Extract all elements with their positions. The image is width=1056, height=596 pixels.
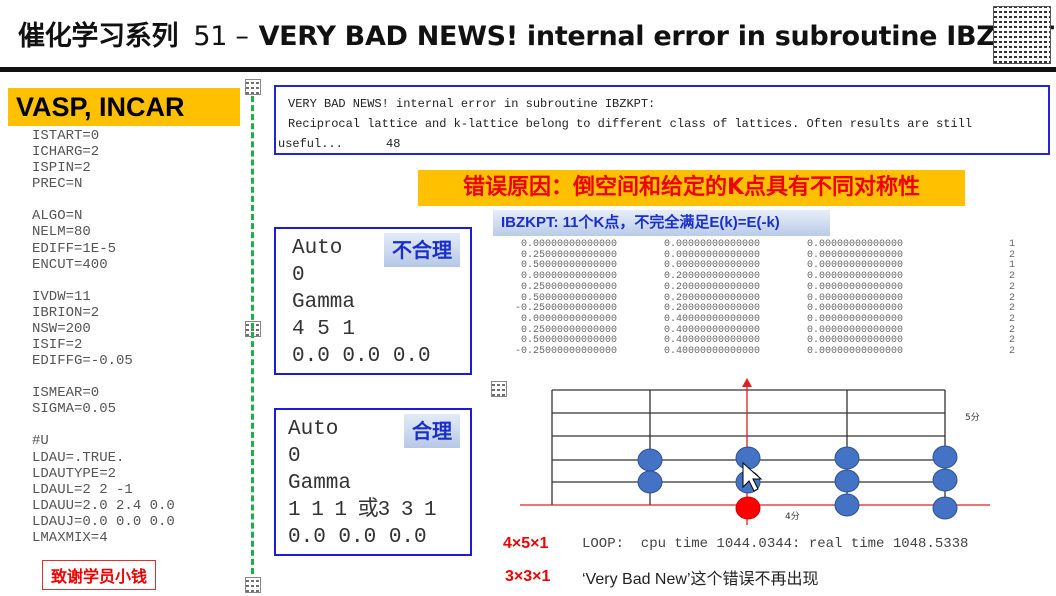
kpoints-line: 1 1 1 或3 3 1 [288, 499, 437, 522]
kpoints-good-box: 合理 Auto 0 Gamma 1 1 1 或3 3 1 0.0 0.0 0.0 [274, 408, 472, 556]
kpoints-line: 0.0 0.0 0.0 [288, 526, 427, 549]
kpoint-dot [932, 445, 958, 469]
incar-line [32, 369, 175, 385]
incar-line: ISMEAR=0 [32, 385, 100, 402]
incar-line: ISPIN=2 [32, 160, 91, 177]
loop-time: LOOP: cpu time 1044.0344: real time 1048… [582, 536, 969, 552]
incar-line: ISTART=0 [32, 128, 100, 144]
kpoint-coord: -0.25000000000000 [515, 346, 618, 358]
watermark-qr [245, 79, 261, 95]
result-note: ‘Very Bad New’这个错误不再出现 [582, 571, 819, 588]
kpoint-row: 0.25000000000000 0.20000000000000 0.000000… [515, 281, 1016, 294]
incar-line: ICHARG=2 [32, 144, 100, 161]
incar-line: LDAUTYPE=2 [32, 465, 117, 482]
incar-line: ALGO=N [32, 208, 83, 225]
slide-title: 催化学习系列 51 – VERY BAD NEWS! internal error… [18, 14, 1054, 53]
incar-line: PREC=N [32, 176, 83, 193]
series-name: 催化学习系列 [18, 21, 179, 52]
kpoint-table: 0.00000000000000 0.00000000000000 0.000000… [515, 239, 1016, 358]
kpoint-dot [637, 448, 663, 472]
ibzkpt-label: IBZKPT: 11个K点，不完全满足E(k)=E(-k) [493, 210, 830, 236]
label-4-divisions: 4分 [785, 511, 800, 522]
header-divider [0, 67, 1056, 72]
incar-line: IVDW=11 [32, 288, 91, 305]
incar-line: LDAUU=2.0 2.4 0.0 [32, 497, 175, 514]
kpoint-row: -0.25000000000000 0.40000000000000 0.00000… [515, 346, 1016, 358]
kpoint-dot [834, 493, 860, 517]
kpoint-weight: 2 [1009, 281, 1016, 293]
incar-line: NELM=80 [32, 224, 91, 241]
incar-line: ISIF=2 [32, 337, 83, 354]
kpoint-coord: 0.20000000000000 [664, 281, 761, 293]
error-line: Reciprocal lattice and k-lattice belong … [288, 117, 973, 131]
error-line: useful... 48 [278, 137, 401, 151]
kpoints-bad-box: 不合理 Auto 0 Gamma 4 5 1 0.0 0.0 0.0 [274, 227, 472, 375]
incar-line: LDAUL=2 2 -1 [32, 481, 133, 498]
kpoints-line: Gamma [288, 472, 352, 495]
thanks-note: 致谢学员小钱 [42, 560, 157, 590]
incar-line: #U [32, 433, 49, 450]
kpoint-coord: 0.00000000000000 [807, 281, 904, 293]
error-message-box: VERY BAD NEWS! internal error in subrout… [274, 85, 1050, 155]
watermark-qr [245, 577, 261, 593]
good-tag: 合理 [404, 414, 460, 448]
kpoints-line: Gamma [292, 291, 356, 314]
incar-line: LDAUJ=0.0 0.0 0.0 [32, 513, 175, 530]
gamma-point-dot [735, 496, 761, 520]
y-axis-arrow [742, 378, 752, 387]
kpoint-dot [834, 446, 860, 470]
incar-line: LDAU=.TRUE. [32, 449, 125, 466]
incar-line: EDIFFG=-0.05 [32, 353, 133, 370]
kpoint-coord: 0.40000000000000 [664, 346, 761, 358]
incar-line: SIGMA=0.05 [32, 401, 117, 418]
grid-3x3x1: 3×3×1 [505, 568, 551, 585]
dashed-divider [251, 96, 254, 574]
kpoint-weight: 2 [1009, 346, 1016, 358]
kpoint-dot [735, 446, 761, 470]
label-5-divisions: 5分 [965, 412, 980, 423]
kpoint-dot [932, 468, 958, 492]
series-number: 51 – [193, 21, 249, 52]
incar-heading: VASP, INCAR [8, 88, 240, 126]
error-line: VERY BAD NEWS! internal error in subrout… [288, 97, 656, 111]
incar-line [32, 192, 175, 208]
incar-parameters: ISTART=0 ICHARG=2 ISPIN=2 PREC=N ALGO=N NELM=… [32, 128, 175, 546]
kpoints-line: 0.0 0.0 0.0 [292, 345, 431, 368]
kpoint-dot [834, 469, 860, 493]
kpoint-dot [932, 496, 958, 520]
kpoint-coord: 0.00000000000000 [807, 346, 904, 358]
kpoints-line: 4 5 1 [292, 318, 356, 341]
incar-line [32, 417, 175, 433]
incar-line: LMAXMIX=4 [32, 529, 108, 546]
grid-4x5x1: 4×5×1 [503, 535, 549, 552]
bad-tag: 不合理 [384, 233, 460, 267]
kpoint-grid-diagram: 5分 4分 [520, 378, 990, 525]
incar-line: EDIFF=1E-5 [32, 240, 117, 257]
kpoint-coord: 0.25000000000000 [521, 281, 618, 293]
kpoint-dot [637, 470, 663, 494]
error-cause: 错误原因：倒空间和给定的K点具有不同对称性 [418, 170, 965, 206]
incar-line: NSW=200 [32, 320, 91, 337]
incar-line [32, 273, 175, 289]
incar-line: IBRION=2 [32, 304, 100, 321]
title-text: VERY BAD NEWS! internal error in subrout… [258, 21, 1055, 52]
qr-code [993, 6, 1051, 64]
incar-line: ENCUT=400 [32, 256, 108, 273]
